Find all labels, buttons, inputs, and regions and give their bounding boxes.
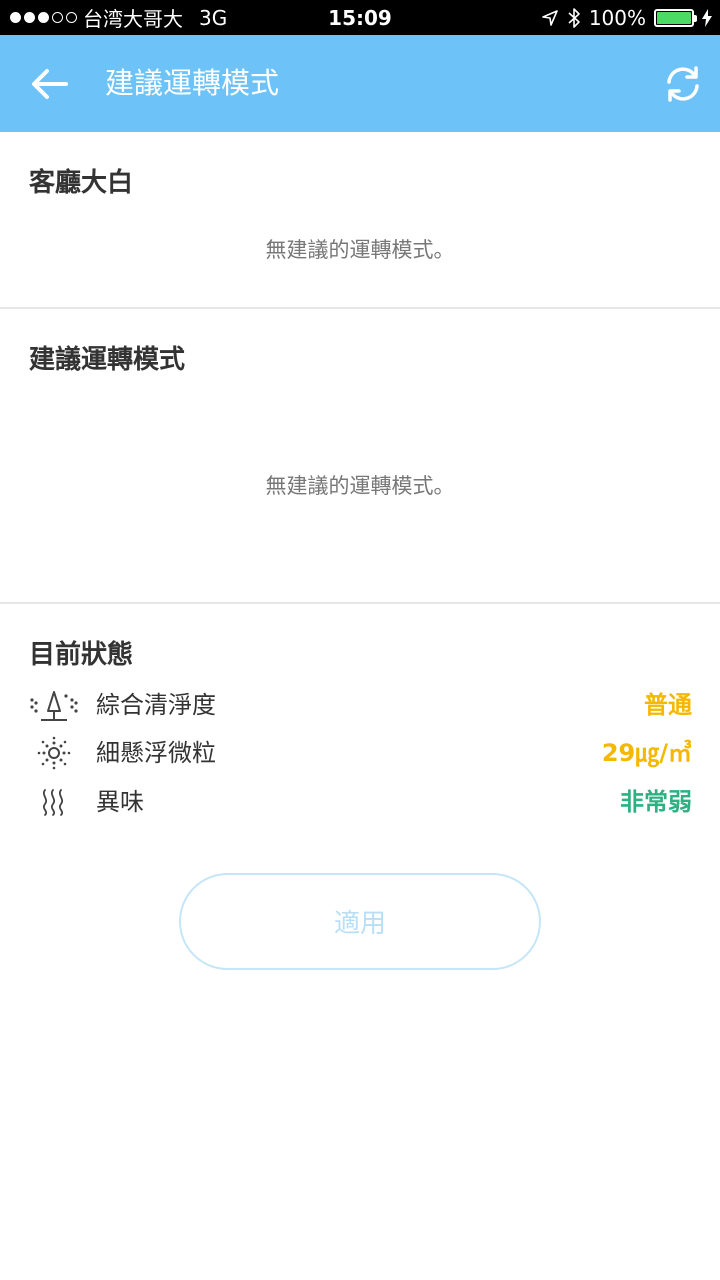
status-label: 綜合清淨度: [96, 691, 216, 719]
location-icon: [542, 9, 558, 26]
back-button[interactable]: [24, 59, 74, 109]
status-label: 異味: [96, 788, 144, 816]
app-header: 建議運轉模式: [0, 35, 720, 132]
odor-icon: [28, 782, 80, 822]
status-row-cleanliness: 綜合清淨度 普通: [0, 685, 720, 725]
battery-percent: 100%: [588, 5, 646, 30]
status-value: 普通: [644, 691, 692, 719]
status-value: 29㎍/㎥: [601, 739, 692, 767]
current-status-heading: 目前狀態: [29, 640, 134, 670]
apply-button[interactable]: 適用: [179, 873, 541, 970]
page-title: 建議運轉模式: [105, 66, 280, 100]
section-divider: [0, 307, 720, 309]
status-row-odor: 異味 非常弱: [0, 782, 720, 822]
status-bar-right: 100%: [541, 0, 712, 35]
status-row-particles: 細懸浮微粒 29㎍/㎥: [0, 733, 720, 773]
battery-icon: [654, 8, 697, 27]
particle-icon: [28, 733, 80, 773]
device-empty-message: 無建議的運轉模式。: [265, 238, 455, 262]
status-bar: 台湾大哥大 3G 15:09 100%: [0, 0, 720, 35]
arrow-left-icon: [32, 69, 68, 99]
charging-icon: [702, 8, 712, 27]
cleanliness-icon: [28, 685, 80, 725]
status-label: 細懸浮微粒: [96, 739, 216, 767]
device-name-heading: 客廳大白: [29, 168, 134, 198]
section-divider: [0, 602, 720, 604]
refresh-icon: [667, 66, 699, 102]
recommended-empty-message: 無建議的運轉模式。: [265, 474, 455, 498]
recommended-mode-heading: 建議運轉模式: [29, 345, 186, 375]
status-value: 非常弱: [620, 788, 692, 816]
refresh-button[interactable]: [658, 59, 708, 109]
bluetooth-icon: [568, 7, 580, 28]
